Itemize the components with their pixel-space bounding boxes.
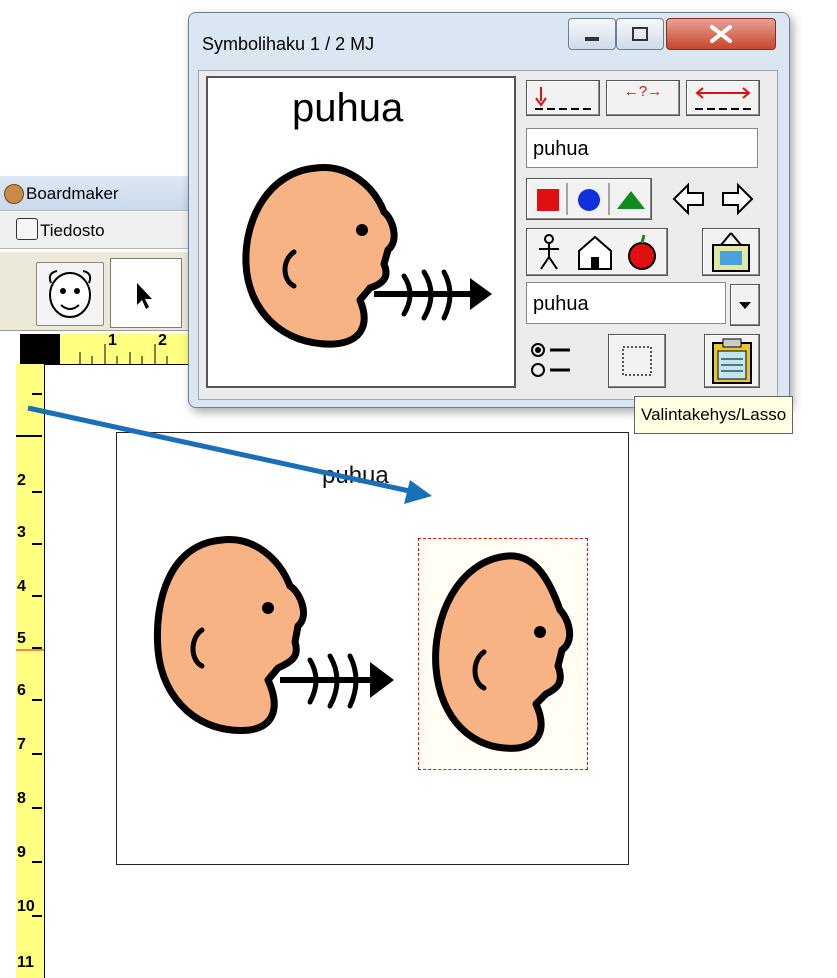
pointer-arrow-icon [137,283,152,309]
preview-speaking-head-symbol [242,164,492,348]
maximize-button[interactable] [616,18,664,50]
shapes-icon [537,183,645,215]
preview-symbol-label: puhua [292,86,404,130]
pointer-tool-button[interactable] [110,258,182,328]
menu-file[interactable]: Tiedosto [40,221,105,241]
search-input[interactable]: puhua [526,128,758,168]
symbol-name-dropdown-button[interactable] [730,284,760,326]
ruler-top-mark-2: 2 [158,332,167,349]
ruler-corner [20,334,60,364]
close-icon [710,25,732,43]
minimize-button[interactable] [568,18,616,50]
document-icon [16,218,38,240]
ruler-left-mark-8: 8 [17,790,26,807]
ruler-left-mark-7: 7 [17,736,26,753]
ruler-left-mark-9: 9 [17,844,26,861]
ruler-left-mark-3: 3 [17,524,26,541]
arrow-left-icon [672,182,704,216]
categories-icon [539,234,656,270]
symbol-name-select[interactable]: puhua [526,282,726,324]
dialog-title: Symbolihaku 1 / 2 MJ [202,34,375,54]
list-options-button[interactable] [526,334,578,386]
head-symbol[interactable] [428,548,578,760]
next-symbol-button[interactable] [718,180,756,218]
arrow-right-icon [722,182,754,216]
clipboard-icon [712,338,752,384]
previous-symbol-button[interactable] [670,180,708,218]
boardmaker-app-icon [4,184,24,204]
close-button[interactable] [666,18,776,50]
ruler-left-mark-11: 11 [17,954,34,971]
lasso-tooltip: Valintakehys/Lasso [634,396,794,434]
category-filter-button[interactable] [526,228,668,276]
lasso-select-button[interactable] [608,334,666,388]
speaking-head-symbol[interactable] [150,530,400,770]
search-start-mode-button[interactable] [526,80,600,116]
starts-with-icon [535,87,591,110]
dotted-rectangle-icon [622,346,652,376]
ruler-left-mark-4: 4 [17,578,26,595]
chevron-down-icon [739,302,751,309]
ruler-left-mark-5: 5 [17,630,26,647]
ruler-top-mark-1: 1 [108,332,117,349]
search-whole-word-mode-button[interactable] [686,80,760,116]
ruler-left-mark-6: 6 [17,682,26,699]
radio-list-icon [531,343,570,377]
clipboard-button[interactable] [704,334,760,388]
shape-filter-button[interactable] [526,178,652,220]
ruler-left-mark-10: 10 [17,898,35,915]
boardmaker-window-title: Boardmaker [26,184,119,203]
contains-mode-label: ←?→ [623,83,663,100]
insert-picture-button[interactable] [702,228,760,276]
maximize-icon [632,27,648,41]
whole-word-icon [695,87,751,110]
face-tool-button[interactable] [36,262,104,326]
picture-frame-icon [712,232,750,272]
minimize-icon [585,37,599,41]
face-icon [48,270,92,318]
search-contains-mode-button[interactable]: ←?→ [606,80,680,116]
